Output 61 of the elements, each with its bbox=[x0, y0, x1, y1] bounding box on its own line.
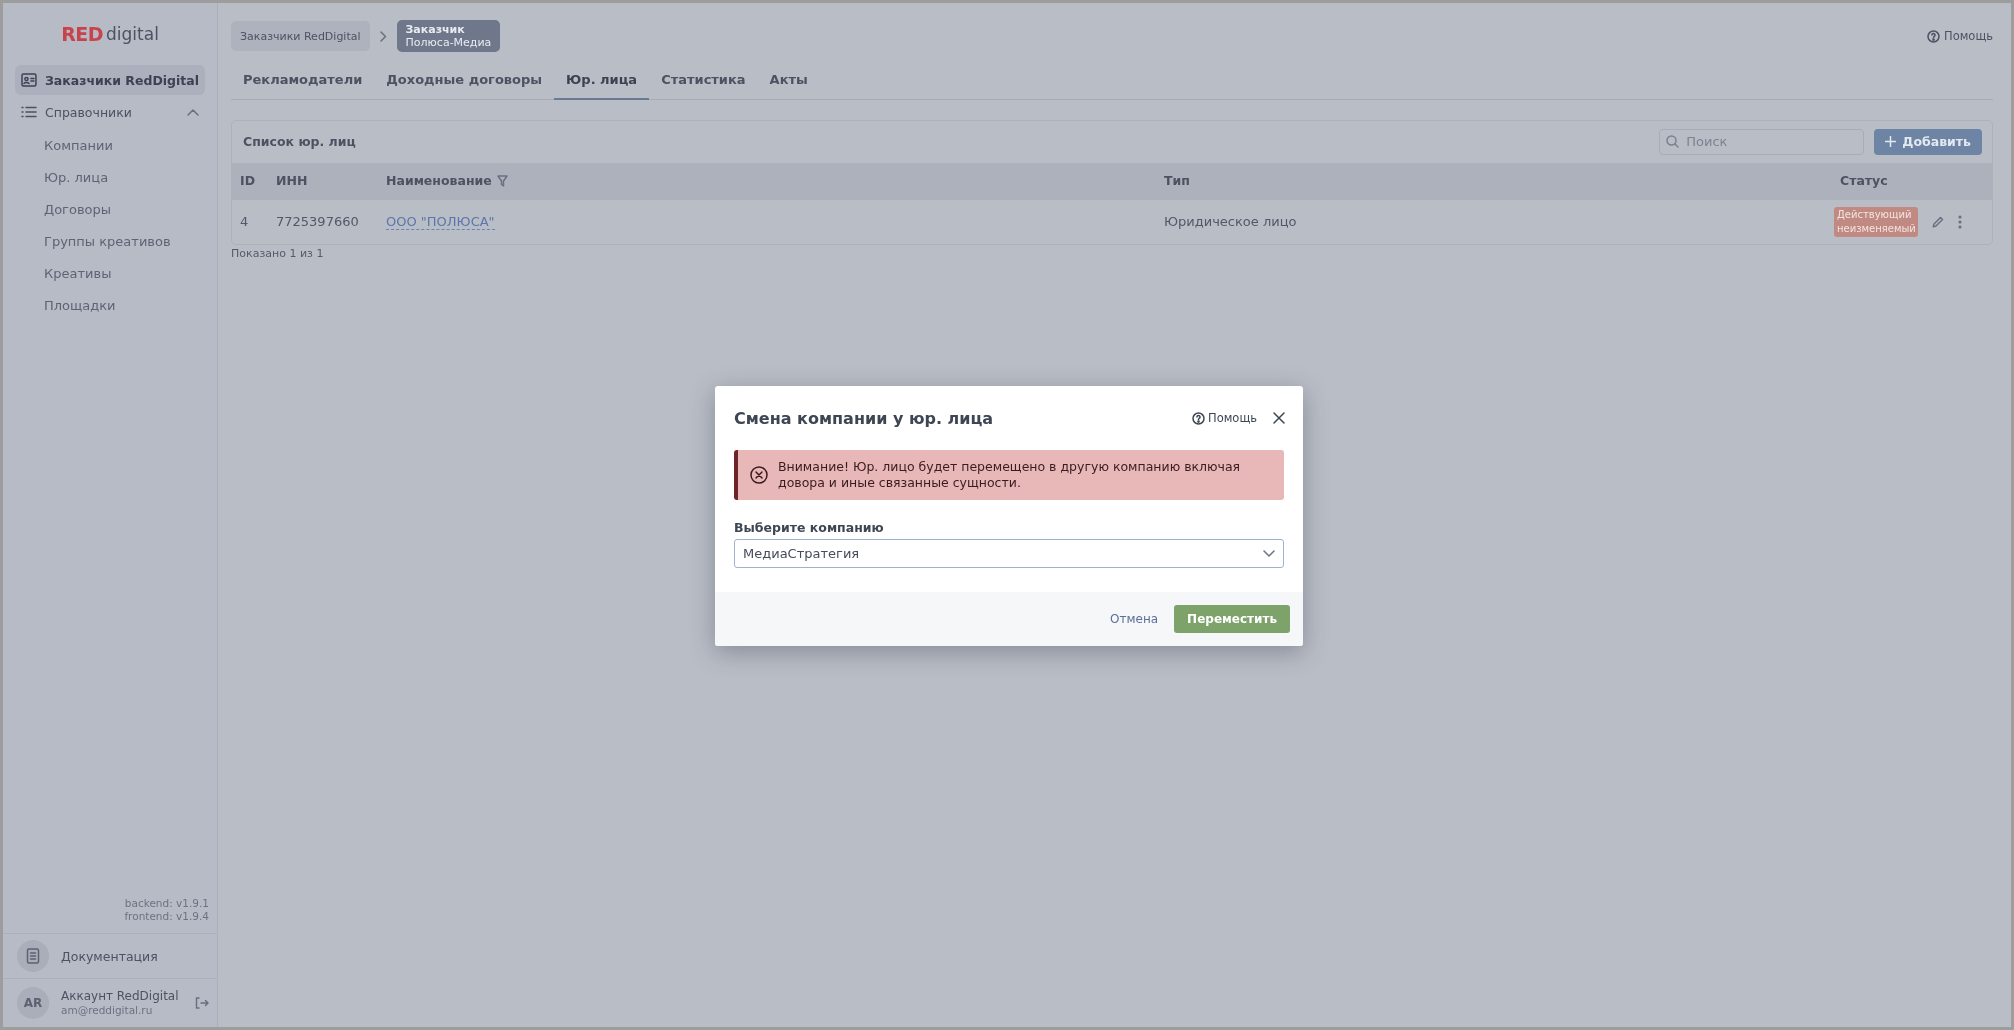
close-icon bbox=[1273, 412, 1285, 424]
table-cell: 4 bbox=[240, 214, 249, 229]
logout-icon bbox=[194, 997, 209, 1009]
plus-icon bbox=[1885, 136, 1897, 147]
nav-group[interactable]: Справочники bbox=[15, 97, 205, 127]
id-card-icon bbox=[21, 73, 37, 87]
chevron-down-icon bbox=[1263, 550, 1275, 557]
chevron-icon bbox=[187, 108, 199, 116]
cancel-button[interactable]: Отмена bbox=[1110, 608, 1159, 630]
card-title: Список юр. лиц bbox=[243, 134, 357, 149]
status-tag: Действующий неизменяемый bbox=[1834, 206, 1918, 237]
pencil-icon bbox=[1932, 215, 1944, 228]
field-label: Выберите компанию bbox=[734, 520, 885, 535]
tab[interactable]: Акты bbox=[757, 61, 820, 100]
help-icon bbox=[1192, 411, 1205, 425]
tab[interactable]: Юр. лица bbox=[554, 61, 650, 100]
table-cell: Юридическое лицо bbox=[1164, 214, 1297, 229]
company-select[interactable]: МедиаСтратегия bbox=[734, 539, 1284, 568]
search-field[interactable]: Поиск bbox=[1659, 128, 1865, 155]
tab[interactable]: Рекламодатели bbox=[231, 61, 375, 100]
account-name: Аккаунт RedDigital bbox=[61, 989, 179, 1003]
error-circle-icon bbox=[750, 466, 768, 484]
column-header: Тип bbox=[1164, 173, 1190, 188]
search-icon bbox=[1666, 134, 1680, 148]
account-email: am@reddigital.ru bbox=[61, 1003, 154, 1017]
close-button[interactable] bbox=[1273, 412, 1285, 424]
document-icon bbox=[26, 948, 40, 964]
move-button[interactable]: Переместить bbox=[1174, 605, 1290, 633]
pagination-text: Показано 1 из 1 bbox=[231, 246, 324, 260]
breadcrumb[interactable]: Заказчик Полюса-Медиа bbox=[396, 20, 501, 52]
version-text: backend: v1.9.1 bbox=[124, 897, 209, 910]
help-icon bbox=[1927, 29, 1940, 43]
tab[interactable]: Доходные договоры bbox=[374, 61, 555, 100]
help-link[interactable]: Помощь bbox=[1927, 29, 1993, 43]
column-header: Наименование bbox=[386, 173, 492, 188]
list-icon bbox=[21, 106, 37, 118]
help-link[interactable]: Помощь bbox=[1192, 411, 1257, 425]
chevron-right-icon bbox=[379, 30, 387, 42]
dialog-title: Смена компании у юр. лица bbox=[734, 408, 995, 428]
column-header: Статус bbox=[1840, 173, 1888, 188]
more-icon bbox=[1958, 214, 1962, 229]
nav-item[interactable]: Заказчики RedDigital bbox=[15, 65, 205, 95]
version-text: frontend: v1.9.4 bbox=[124, 910, 209, 923]
tab[interactable]: Статистика bbox=[649, 61, 758, 100]
column-header: ИНН bbox=[276, 173, 308, 188]
avatar: AR bbox=[17, 987, 49, 1019]
column-header: ID bbox=[240, 173, 256, 188]
nav-subitem[interactable]: Договоры bbox=[15, 193, 205, 225]
nav-subitem[interactable]: Компании bbox=[15, 129, 205, 161]
nav-subitem[interactable]: Юр. лица bbox=[15, 161, 205, 193]
name-link[interactable]: ООО "ПОЛЮСА" bbox=[386, 213, 495, 230]
nav-subitem[interactable]: Креативы bbox=[15, 257, 205, 289]
filter-icon bbox=[496, 174, 508, 187]
warning-text: Внимание! Юр. лицо будет перемещено в другую компанию включая довора и иные связанные сущности. bbox=[778, 459, 1242, 491]
docs-link[interactable]: Документация bbox=[61, 948, 158, 964]
add-button[interactable]: Добавить bbox=[1874, 128, 1982, 155]
table-cell: 7725397660 bbox=[276, 214, 359, 229]
nav-subitem[interactable]: Группы креативов bbox=[15, 225, 205, 257]
breadcrumb[interactable]: Заказчики RedDigital bbox=[231, 21, 370, 51]
logo: RED digital bbox=[60, 22, 160, 47]
nav-subitem[interactable]: Площадки bbox=[15, 289, 205, 321]
